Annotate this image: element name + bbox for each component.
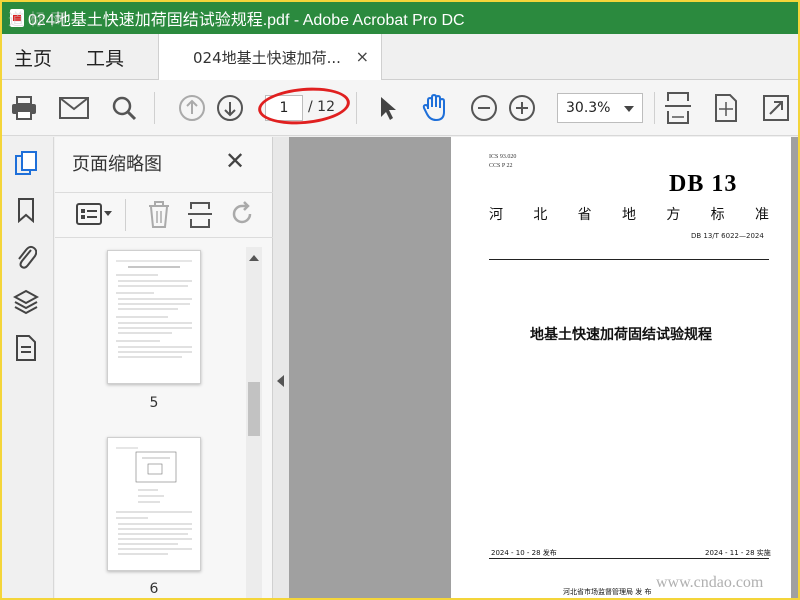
fullscreen-icon[interactable] (760, 92, 792, 124)
rotate-page-icon[interactable] (229, 201, 255, 231)
issuer: 河北省市场监督管理局 发 布 (563, 588, 652, 596)
watermark: www.cndao.com (656, 574, 764, 591)
toolbar-separator (654, 92, 655, 124)
scrollbar-thumb[interactable] (248, 382, 260, 436)
thumbnail-page-number: 6 (149, 581, 159, 597)
standard-char: 标 (710, 207, 725, 223)
zoom-in-icon[interactable] (506, 92, 538, 124)
divider (489, 558, 769, 559)
chevron-left-icon[interactable] (277, 375, 284, 387)
panel-collapse-strip[interactable] (273, 137, 289, 598)
document-page: ICS 93.020 CCS P 22 DB 13 河 北 省 地 方 标 准 … (451, 137, 791, 598)
ics-line: ICS 93.020 (489, 154, 517, 160)
chevron-down-icon (624, 106, 634, 112)
thumbnails-panel: 页面缩略图 ✕ 5 6 (55, 137, 273, 598)
toolbar-separator (356, 92, 357, 124)
bookmark-icon[interactable] (12, 195, 40, 225)
panel-separator (125, 199, 126, 231)
title-bar: 024地基土快速加荷固结试验规程.pdf - Adobe Acrobat Pro… (2, 2, 798, 34)
hand-icon[interactable] (420, 92, 452, 124)
rotate-icon[interactable] (710, 92, 742, 124)
page-up-icon[interactable] (176, 92, 208, 124)
thumbnail-scrollbar[interactable] (246, 247, 262, 598)
toolbar-separator (154, 92, 155, 124)
standard-char: 方 (666, 207, 681, 223)
standard-char: 河 (489, 207, 503, 223)
document-title: 地基土快速加荷固结试验规程 (530, 327, 712, 343)
standard-type: 河 北 省 地 方 标 准 (489, 204, 769, 224)
menu-home[interactable]: 主页 (14, 44, 52, 71)
chevron-up-icon[interactable] (249, 255, 259, 261)
document-viewer[interactable]: ICS 93.020 CCS P 22 DB 13 河 北 省 地 方 标 准 … (289, 137, 798, 598)
standard-char: 省 (577, 207, 592, 223)
standard-code: DB 13/T 6022—2024 (691, 232, 764, 240)
page-thumbnail[interactable] (107, 250, 201, 384)
zoom-value: 30.3% (566, 100, 611, 116)
issue-date: 2024 - 10 - 28 发布 (491, 549, 557, 557)
ics-code: ICS 93.020 CCS P 22 (489, 153, 516, 171)
menu-tools[interactable]: 工具 (86, 44, 124, 71)
ccs-line: CCS P 22 (489, 163, 513, 169)
implementation-date: 2024 - 11 - 28 实施 (705, 549, 771, 557)
standard-char: 北 (533, 207, 548, 223)
divider (489, 259, 769, 260)
left-navigation-rail (2, 137, 54, 598)
select-cursor-icon[interactable] (372, 92, 404, 124)
document-tab-label: 024地基土快速加荷... (193, 48, 341, 67)
document-tab[interactable]: 024地基土快速加荷... × (158, 34, 382, 80)
panel-toolbar (55, 192, 273, 238)
zoom-select[interactable]: 30.3% (557, 93, 643, 123)
thumbnail-page-number: 5 (149, 395, 159, 411)
page-thumbnails-icon[interactable] (12, 149, 40, 179)
email-icon[interactable] (58, 92, 90, 124)
watermark-top-left: 道 标 网 (8, 10, 67, 29)
window-title: 024地基土快速加荷固结试验规程.pdf - Adobe Acrobat Pro… (28, 12, 465, 29)
tab-close-button[interactable]: × (356, 47, 369, 66)
page-down-icon[interactable] (214, 92, 246, 124)
standard-char: 准 (754, 207, 769, 223)
document-properties-icon[interactable] (12, 333, 40, 363)
menu-bar: 主页 工具 024地基土快速加荷... × (2, 34, 798, 80)
toolbar: 1 / 12 30.3% (2, 80, 798, 136)
panel-close-button[interactable]: ✕ (225, 147, 245, 175)
standard-char: 地 (621, 207, 636, 223)
search-icon[interactable] (108, 92, 140, 124)
standard-logo: DB 13 (669, 171, 738, 197)
options-menu-icon[interactable] (75, 201, 113, 231)
page-thumbnail[interactable] (107, 437, 201, 571)
annotation-circle (256, 84, 352, 128)
trash-icon[interactable] (147, 201, 171, 233)
panel-title: 页面缩略图 (72, 154, 162, 175)
layers-icon[interactable] (12, 287, 40, 317)
insert-page-icon[interactable] (187, 201, 213, 233)
zoom-out-icon[interactable] (468, 92, 500, 124)
fit-width-icon[interactable] (662, 92, 694, 124)
print-icon[interactable] (8, 92, 40, 124)
attachment-icon[interactable] (12, 241, 40, 271)
